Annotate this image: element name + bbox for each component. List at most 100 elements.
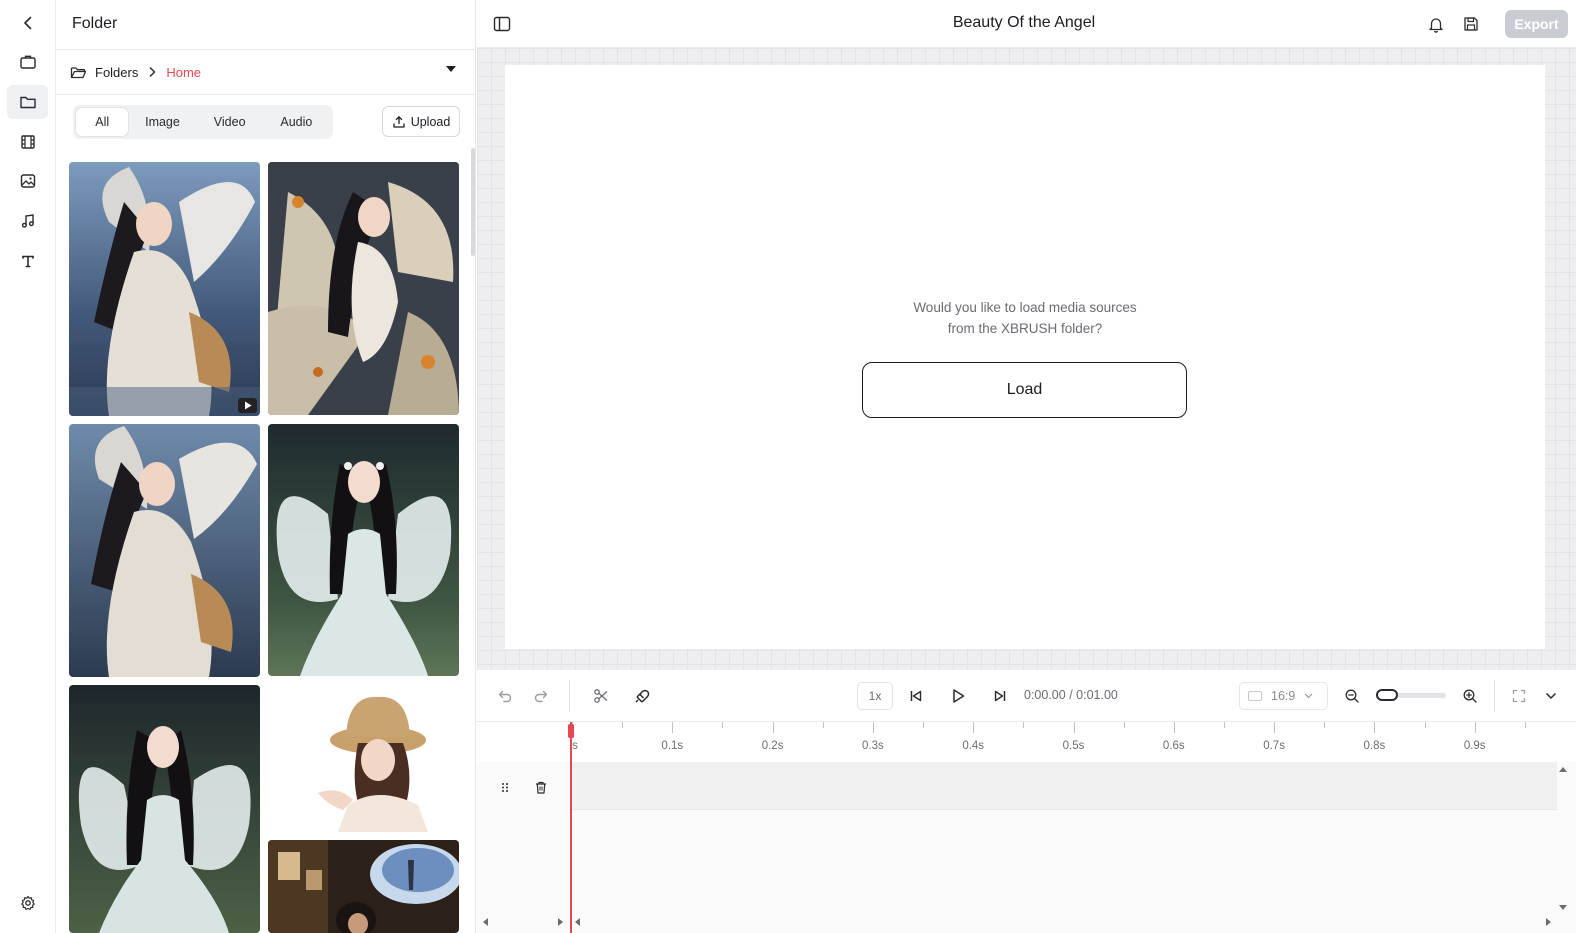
timecode: 0:00.00 / 0:01.00	[1024, 688, 1118, 702]
track-row[interactable]	[570, 762, 1557, 810]
film-icon[interactable]	[7, 125, 48, 159]
aspect-ratio-select[interactable]: 16:9	[1239, 682, 1328, 710]
filter-audio[interactable]: Audio	[263, 108, 330, 136]
magnet-snap-icon[interactable]	[630, 684, 654, 708]
ruler-label: 0.7s	[1263, 740, 1285, 752]
caret-down-icon[interactable]	[445, 65, 457, 73]
zoom-slider-handle[interactable]	[1376, 689, 1398, 701]
divider	[56, 94, 475, 95]
preview-stage: Would you like to load media sources fro…	[505, 65, 1545, 649]
current-time: 0:00.00	[1024, 688, 1066, 702]
timeline-ruler[interactable]: s 0.1s 0.2s 0.3s 0.4s 0.5s 0.6s 0.7s 0.8s 0.9s	[477, 722, 1576, 762]
upload-icon	[392, 115, 406, 129]
panel-scrollbar[interactable]	[471, 148, 475, 256]
upload-button[interactable]: Upload	[382, 106, 460, 137]
video-badge-icon	[238, 398, 257, 413]
ruler-label: 0.6s	[1162, 740, 1185, 752]
filter-image[interactable]: Image	[128, 108, 196, 136]
breadcrumb-home[interactable]: Home	[166, 65, 201, 80]
ruler-label: 0.2s	[761, 740, 784, 752]
thumb-fairy-butterfly-wings-2[interactable]	[69, 685, 260, 933]
scroll-left-icon[interactable]	[574, 917, 581, 927]
chevron-right-icon	[148, 66, 156, 78]
divider	[56, 49, 475, 50]
ruler-tick-minor	[722, 722, 724, 728]
playhead-handle[interactable]	[568, 724, 574, 738]
left-rail	[0, 0, 56, 933]
folder-icon[interactable]	[7, 85, 48, 119]
back-icon[interactable]	[7, 6, 48, 40]
ruler-label: 0.3s	[862, 740, 884, 752]
scroll-right-icon[interactable]	[557, 917, 564, 927]
briefcase-icon[interactable]	[7, 45, 48, 79]
thumb-girl-straw-hat[interactable]	[268, 685, 459, 832]
music-icon[interactable]	[7, 204, 48, 238]
ruler-tick-minor	[622, 722, 624, 728]
load-prompt: Would you like to load media sources fro…	[505, 297, 1545, 339]
ruler-tick	[1173, 722, 1175, 733]
chevron-down-icon	[1304, 693, 1313, 699]
trash-icon[interactable]	[532, 776, 550, 798]
project-title: Beauty Of the Angel	[952, 14, 1096, 31]
drag-handle-icon[interactable]	[497, 776, 513, 798]
ruler-tick	[672, 722, 674, 733]
ruler-tick	[973, 722, 975, 733]
track-area	[477, 762, 1576, 933]
thumb-fairy-butterfly-wings[interactable]	[268, 424, 459, 676]
playhead[interactable]	[570, 722, 572, 933]
panel-title: Folder	[72, 15, 118, 32]
fullscreen-icon[interactable]	[1507, 684, 1531, 708]
scroll-right-icon[interactable]	[1545, 917, 1552, 927]
undo-icon[interactable]	[493, 684, 517, 708]
ruler-tick	[772, 722, 774, 733]
ruler-label: 0.9s	[1463, 740, 1486, 752]
ruler-tick-minor	[1324, 722, 1326, 728]
scissors-icon[interactable]	[589, 684, 613, 708]
zoom-in-icon[interactable]	[1458, 684, 1482, 708]
scroll-down-icon[interactable]	[1558, 904, 1568, 911]
settings-icon[interactable]	[7, 886, 48, 920]
save-icon[interactable]	[1459, 12, 1483, 36]
filter-all[interactable]: All	[76, 108, 129, 136]
aspect-ratio-icon	[1248, 691, 1262, 701]
ruler-tick	[1073, 722, 1075, 733]
ruler-tick	[1374, 722, 1376, 733]
ruler-tick	[872, 722, 874, 733]
thumb-angel-gold-wings[interactable]	[268, 162, 459, 415]
top-bar: Beauty Of the Angel Export	[477, 0, 1576, 48]
load-button[interactable]: Load	[862, 362, 1187, 418]
folder-panel: Folder Folders Home All Image Video Audi…	[56, 0, 476, 933]
ruler-tick-minor	[822, 722, 824, 728]
breadcrumb-folders[interactable]: Folders	[95, 65, 138, 80]
redo-icon[interactable]	[529, 684, 553, 708]
ruler-label: s	[572, 740, 578, 752]
bell-icon[interactable]	[1424, 12, 1448, 36]
scroll-up-icon[interactable]	[1558, 766, 1568, 773]
ruler-tick-minor	[1424, 722, 1426, 728]
thumb-angel-wings-sitting-2[interactable]	[69, 424, 260, 677]
ruler-tick-minor	[1524, 722, 1526, 728]
filter-video[interactable]: Video	[197, 108, 263, 136]
media-filter-tabs: All Image Video Audio	[73, 105, 333, 139]
thumb-girl-dream-cloud[interactable]	[268, 840, 459, 933]
load-prompt-line1: Would you like to load media sources	[913, 300, 1137, 315]
ruler-tick	[1274, 722, 1276, 733]
chevron-down-icon[interactable]	[1539, 684, 1563, 708]
scroll-left-icon[interactable]	[482, 917, 489, 927]
thumb-angel-wings-sitting[interactable]	[69, 162, 260, 416]
divider	[1494, 680, 1495, 712]
play-icon[interactable]	[946, 684, 970, 708]
text-icon[interactable]	[7, 244, 48, 278]
playback-speed-button[interactable]: 1x	[857, 682, 893, 710]
zoom-out-icon[interactable]	[1340, 684, 1364, 708]
export-button[interactable]: Export	[1505, 10, 1568, 38]
ruler-tick-minor	[1223, 722, 1225, 728]
ruler-label: 0.8s	[1363, 740, 1386, 752]
folder-open-icon	[70, 65, 87, 80]
timeline-toolbar: 1x 0:00.00 / 0:01.00 16:9	[477, 670, 1576, 722]
ruler-label: 0.1s	[661, 740, 684, 752]
skip-back-icon[interactable]	[904, 684, 928, 708]
time-separator: /	[1065, 688, 1077, 702]
image-icon[interactable]	[7, 164, 48, 198]
skip-forward-icon[interactable]	[988, 684, 1012, 708]
